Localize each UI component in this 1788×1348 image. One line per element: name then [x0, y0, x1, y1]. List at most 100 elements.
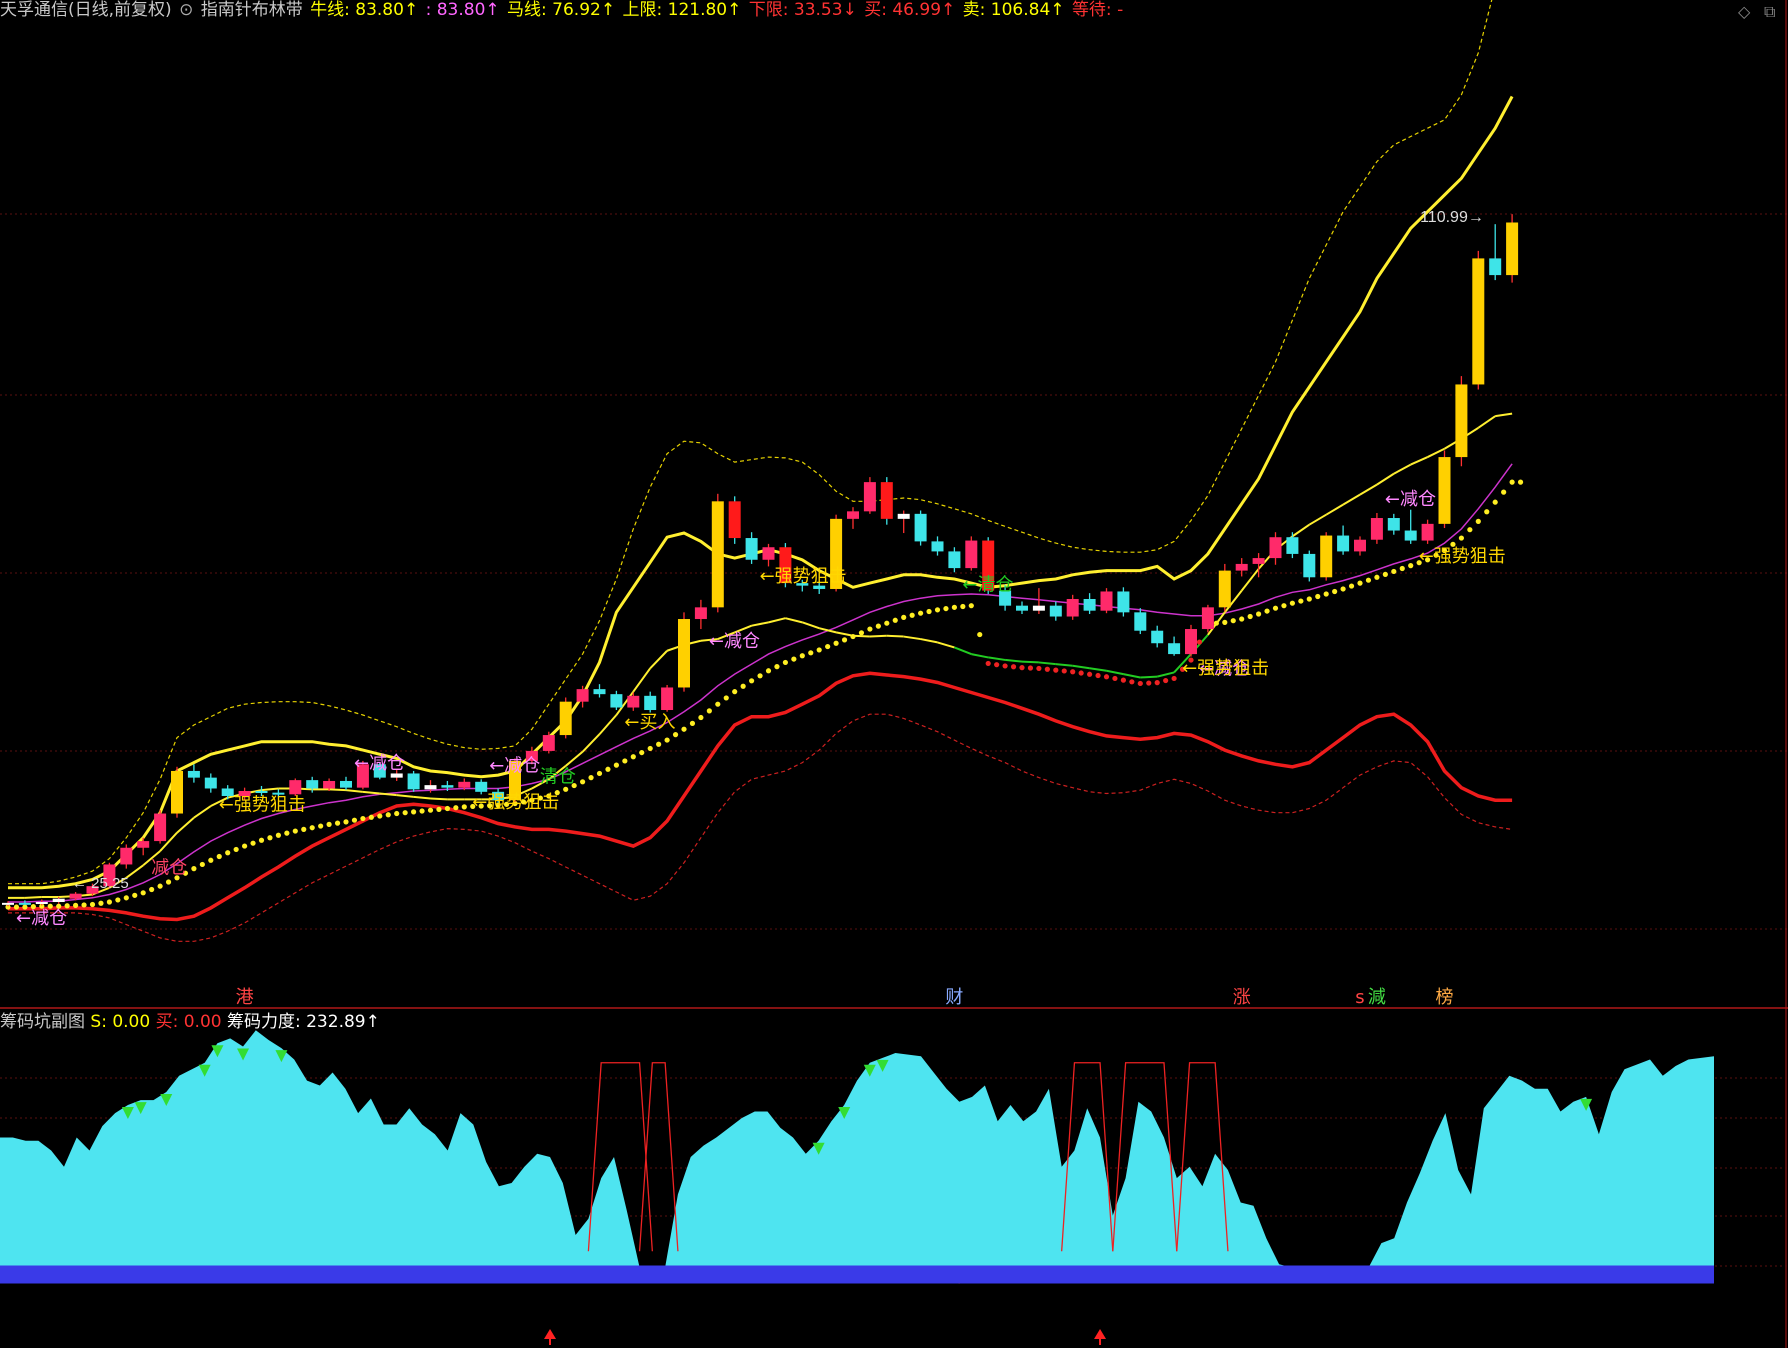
candle-body — [120, 847, 133, 865]
support-dot — [115, 897, 121, 903]
candle-body — [559, 701, 572, 736]
candle-body — [1134, 612, 1147, 631]
support-dot — [225, 850, 231, 856]
support-dot — [1112, 675, 1118, 682]
support-dot — [647, 745, 653, 752]
middle-band-segment — [1427, 447, 1445, 458]
support-dot — [799, 653, 805, 659]
candle-body — [965, 540, 978, 569]
upper-band-line — [8, 95, 1514, 890]
middle-band-segment — [1156, 671, 1175, 678]
candle-body — [323, 780, 336, 789]
support-dot — [1306, 596, 1312, 602]
support-dot — [1247, 613, 1253, 620]
middle-band-segment — [193, 805, 212, 819]
support-dot — [698, 714, 704, 721]
subheader-item: 买: 0.00 — [155, 1012, 227, 1032]
signal-annotation: ←强势狙击 — [219, 795, 306, 816]
candle-body — [52, 898, 65, 903]
middle-band-segment — [1123, 673, 1141, 679]
support-dot — [926, 608, 932, 615]
middle-band-segment — [581, 733, 601, 753]
support-dot — [596, 770, 603, 777]
signal-annotation: 清仓 — [540, 766, 576, 787]
support-dot — [1332, 588, 1338, 595]
support-dot — [875, 623, 881, 629]
event-label: 涨 — [1233, 987, 1251, 1008]
support-dot — [216, 853, 222, 860]
candle-body — [1370, 518, 1383, 540]
support-dot — [977, 631, 983, 638]
support-dot — [563, 786, 569, 792]
middle-band-segment — [176, 816, 195, 834]
middle-band-segment — [1055, 663, 1073, 667]
middle-band-segment — [1477, 415, 1496, 429]
candle-body — [35, 902, 48, 905]
middle-band-segment — [835, 631, 854, 637]
signal-annotation: ←强势狙击 — [760, 566, 847, 587]
support-dot — [165, 879, 172, 885]
candle-body — [627, 695, 640, 708]
support-dot — [791, 656, 797, 662]
candle-body — [255, 790, 268, 793]
support-dot — [1298, 598, 1304, 604]
support-dot — [1475, 518, 1481, 524]
support-dot — [1213, 620, 1219, 626]
support-dot — [123, 895, 129, 901]
support-dot — [1087, 671, 1093, 677]
support-dot — [850, 633, 856, 640]
candle-body — [1032, 605, 1045, 611]
support-dot — [199, 861, 205, 868]
support-dot — [960, 603, 966, 610]
candle-body — [542, 735, 555, 751]
support-dot — [394, 810, 400, 817]
support-dot — [1230, 618, 1236, 624]
middle-band-segment — [1308, 513, 1327, 526]
support-dot — [1095, 672, 1101, 679]
candle-body — [914, 513, 927, 542]
support-dot — [774, 664, 780, 670]
support-dot — [351, 817, 358, 823]
candle-body — [475, 781, 488, 792]
candle-body — [931, 541, 944, 552]
candle-body — [880, 482, 893, 519]
candle-body — [711, 501, 724, 608]
candle-body — [948, 551, 961, 569]
low-price-label: ← 25.25 — [72, 875, 129, 892]
candle-body — [1168, 643, 1181, 655]
support-dot — [858, 630, 865, 636]
support-dot — [1484, 509, 1490, 515]
support-dot — [81, 902, 87, 908]
event-label: 港 — [236, 987, 254, 1008]
support-dot — [1509, 479, 1515, 485]
support-dot — [1078, 670, 1084, 676]
support-dot — [909, 612, 915, 618]
last-price-label: 110.99→ — [1420, 209, 1484, 226]
support-dot — [1061, 668, 1067, 674]
support-dot — [453, 805, 459, 811]
support-dot — [140, 890, 146, 896]
candle-body — [1472, 258, 1485, 385]
support-dot — [1408, 563, 1414, 569]
support-dot — [309, 825, 315, 831]
support-dot — [1492, 499, 1498, 505]
support-dot — [588, 775, 594, 781]
event-label: 榜 — [1436, 987, 1454, 1008]
support-dot — [73, 902, 79, 908]
support-dot — [1365, 577, 1372, 583]
middle-band-segment — [565, 750, 584, 767]
candle-body — [1066, 598, 1079, 617]
support-dot — [1027, 665, 1034, 671]
candle-body — [390, 773, 403, 778]
support-dot — [867, 626, 873, 632]
middle-band-segment — [24, 896, 42, 899]
support-dot — [706, 708, 712, 714]
candle-body — [1252, 558, 1265, 564]
support-dot — [740, 683, 746, 689]
support-dot — [1272, 605, 1279, 611]
support-dot — [436, 806, 442, 812]
support-dot — [816, 647, 822, 653]
middle-band-segment — [1072, 664, 1090, 670]
middle-band-segment — [1410, 456, 1429, 466]
candle-body — [1016, 605, 1028, 611]
